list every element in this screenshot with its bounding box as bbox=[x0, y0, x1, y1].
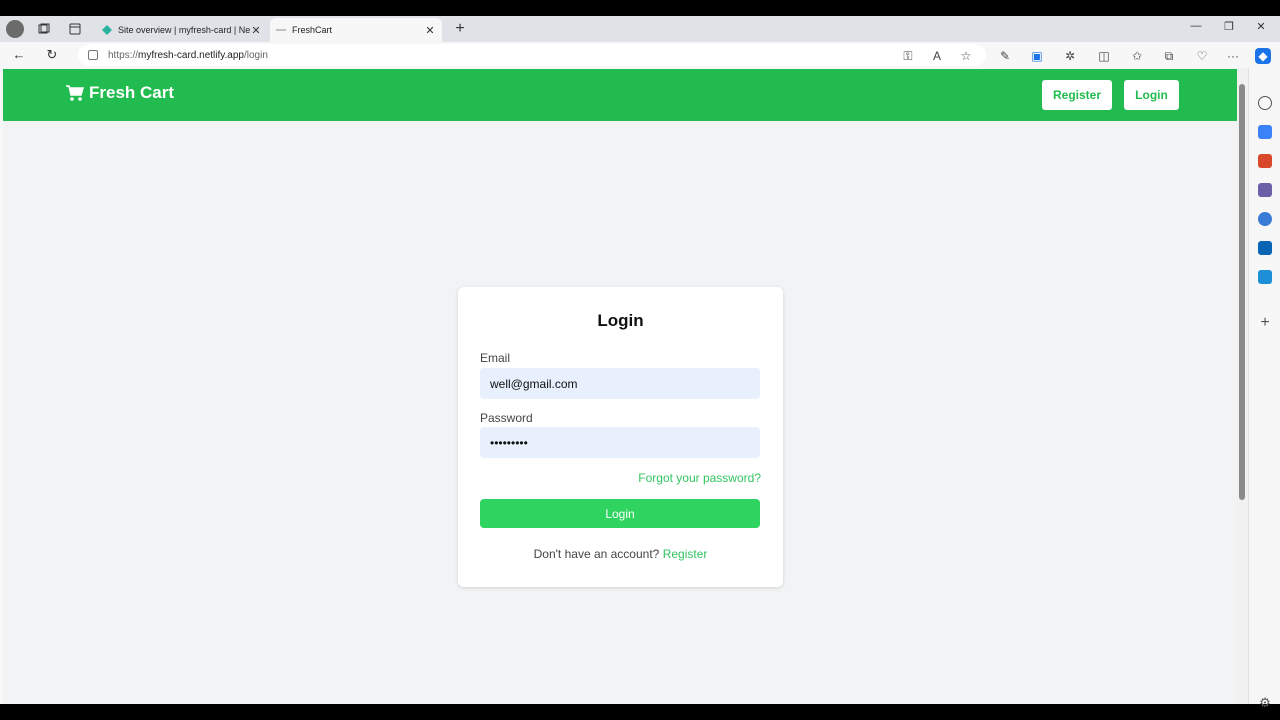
brand-logo[interactable]: Fresh Cart bbox=[65, 83, 174, 103]
no-account-text: Don't have an account? bbox=[533, 547, 660, 561]
url-prefix: https:// bbox=[108, 49, 139, 61]
register-nav-button[interactable]: Register bbox=[1042, 80, 1112, 110]
collections-icon[interactable]: ⧉ bbox=[1161, 48, 1177, 64]
address-bar: ← ↻ https:// myfresh-card.netlify.app /l… bbox=[0, 42, 1280, 68]
page-scrollbar[interactable] bbox=[1237, 68, 1248, 704]
login-nav-button[interactable]: Login bbox=[1124, 80, 1179, 110]
close-tab-icon[interactable]: ✕ bbox=[250, 24, 262, 37]
browser-tab[interactable]: Site overview | myfresh-card | Net ✕ bbox=[96, 18, 268, 42]
browser-window: Site overview | myfresh-card | Net ✕ Fre… bbox=[0, 16, 1280, 710]
profile-avatar-icon[interactable] bbox=[6, 20, 24, 38]
scrollbar-thumb[interactable] bbox=[1239, 84, 1245, 500]
more-menu-icon[interactable]: ··· bbox=[1225, 48, 1241, 64]
netlify-favicon-icon bbox=[102, 25, 112, 35]
games-icon[interactable] bbox=[1258, 183, 1272, 197]
close-window-icon[interactable]: ✕ bbox=[1246, 20, 1276, 33]
new-tab-icon[interactable]: + bbox=[450, 20, 470, 38]
key-icon[interactable]: ⚿ bbox=[900, 48, 916, 64]
page-favicon-icon bbox=[276, 29, 286, 31]
extensions-icon[interactable]: ✲ bbox=[1062, 48, 1078, 64]
read-aloud-icon[interactable]: A bbox=[929, 48, 945, 64]
site-navbar: Fresh Cart Register Login bbox=[3, 69, 1237, 121]
settings-gear-icon[interactable]: ⚙ bbox=[1258, 696, 1272, 710]
translate-extension-icon[interactable]: ▣ bbox=[1029, 48, 1045, 64]
lock-icon bbox=[88, 50, 98, 60]
register-link[interactable]: Register bbox=[663, 547, 708, 561]
drop-icon[interactable] bbox=[1258, 270, 1272, 284]
performance-icon[interactable]: ♡ bbox=[1194, 48, 1210, 64]
tab-title: FreshCart bbox=[292, 25, 333, 35]
add-sidebar-icon[interactable]: + bbox=[1258, 315, 1272, 331]
url-path: /login bbox=[243, 49, 268, 61]
microsoft-365-icon[interactable] bbox=[1258, 212, 1272, 226]
web-page: Fresh Cart Register Login Login Email we… bbox=[3, 69, 1237, 704]
url-host: myfresh-card.netlify.app bbox=[138, 49, 244, 61]
login-submit-button[interactable]: Login bbox=[480, 499, 760, 528]
tools-icon[interactable] bbox=[1258, 154, 1272, 168]
password-label: Password bbox=[480, 411, 533, 425]
split-screen-icon[interactable]: ◫ bbox=[1096, 48, 1112, 64]
tab-title: Site overview | myfresh-card | Net bbox=[118, 25, 250, 35]
email-field[interactable]: well@gmail.com bbox=[480, 368, 760, 399]
url-field[interactable]: https:// myfresh-card.netlify.app /login bbox=[78, 44, 986, 66]
copilot-icon[interactable]: ◆ bbox=[1255, 48, 1271, 64]
email-label: Email bbox=[480, 351, 511, 365]
tab-strip: Site overview | myfresh-card | Net ✕ Fre… bbox=[0, 16, 1280, 42]
edge-sidebar: + ⚙ bbox=[1248, 68, 1280, 710]
signup-prompt: Don't have an account? Register bbox=[458, 547, 783, 561]
workspaces-icon[interactable] bbox=[34, 20, 54, 38]
minimize-icon[interactable]: — bbox=[1181, 20, 1211, 32]
favorites-icon[interactable]: ✩ bbox=[1129, 48, 1145, 64]
login-card: Login Email well@gmail.com Password ••••… bbox=[458, 287, 783, 587]
pen-extension-icon[interactable]: ✎ bbox=[997, 48, 1013, 64]
refresh-icon[interactable]: ↻ bbox=[43, 46, 61, 64]
forgot-password-link[interactable]: Forgot your password? bbox=[638, 471, 761, 485]
shopping-icon[interactable] bbox=[1258, 125, 1272, 139]
login-heading: Login bbox=[597, 311, 644, 330]
tab-actions-icon[interactable] bbox=[65, 20, 85, 38]
password-field[interactable]: ••••••••• bbox=[480, 427, 760, 458]
browser-tab-active[interactable]: FreshCart ✕ bbox=[270, 18, 442, 42]
search-icon[interactable] bbox=[1258, 96, 1272, 110]
restore-icon[interactable]: ❐ bbox=[1214, 20, 1244, 33]
brand-name: Fresh Cart bbox=[89, 83, 175, 102]
cart-icon bbox=[66, 85, 84, 101]
outlook-icon[interactable] bbox=[1258, 241, 1272, 255]
back-icon[interactable]: ← bbox=[10, 46, 28, 64]
favorite-star-icon[interactable]: ☆ bbox=[958, 48, 974, 64]
close-tab-icon[interactable]: ✕ bbox=[424, 24, 436, 37]
